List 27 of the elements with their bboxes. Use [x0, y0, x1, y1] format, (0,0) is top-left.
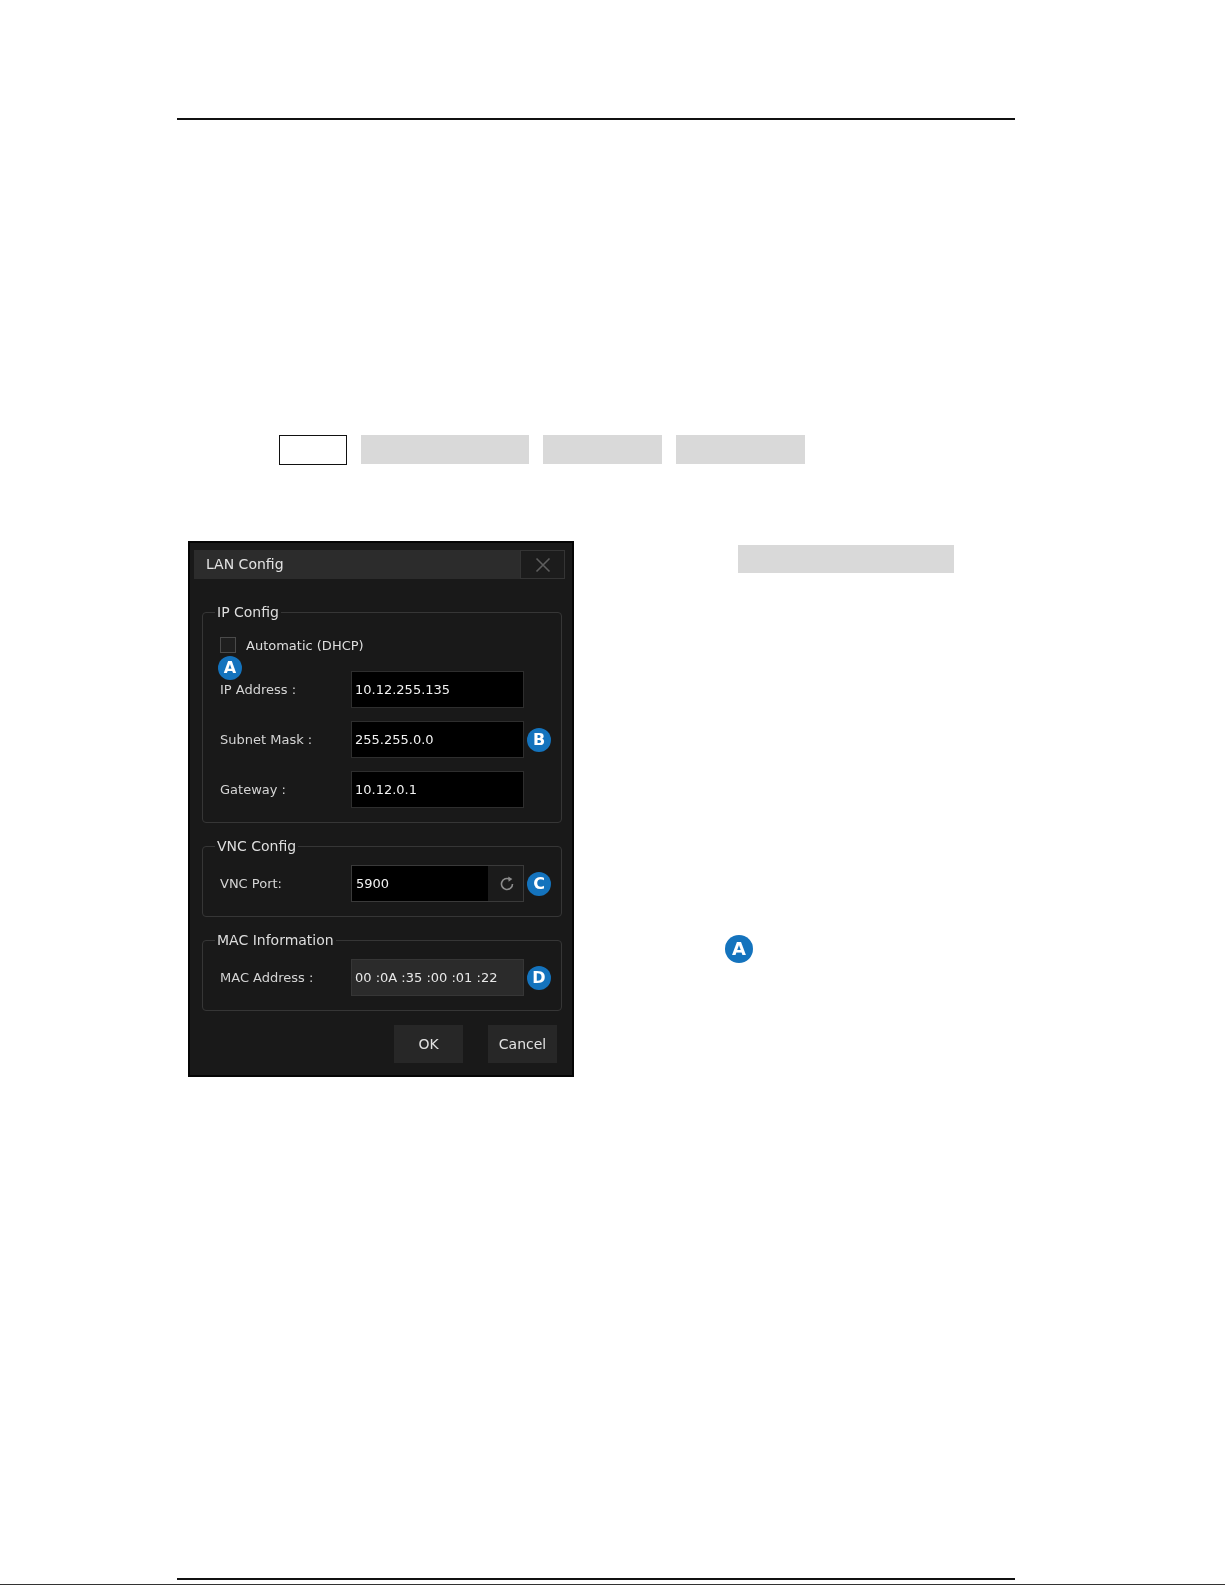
checkbox-label: Automatic (DHCP): [246, 637, 364, 653]
field-label: IP Address :: [220, 682, 298, 697]
callout-badge: A: [218, 656, 242, 680]
outlined-box: [279, 435, 347, 465]
text-field[interactable]: 255.255.0.0: [351, 721, 524, 758]
field-label: Subnet Mask :: [220, 732, 314, 747]
group-title: MAC Information: [216, 931, 335, 949]
group-title: IP Config: [216, 603, 280, 621]
dialog-button[interactable]: Cancel: [488, 1025, 557, 1063]
checkbox[interactable]: [220, 637, 236, 653]
text-field[interactable]: 10.12.0.1: [351, 771, 524, 808]
close-button[interactable]: [520, 550, 565, 579]
text-field[interactable]: 10.12.255.135: [351, 671, 524, 708]
group-title: VNC Config: [216, 837, 298, 855]
callout-badge: B: [527, 727, 551, 752]
field-label: MAC Address :: [220, 970, 315, 985]
refresh-icon[interactable]: [499, 875, 515, 892]
port-field[interactable]: 5900: [351, 865, 524, 902]
readonly-field: 00 :0A :35 :00 :01 :22: [351, 959, 524, 996]
callout-badge: C: [527, 871, 551, 896]
field-label: VNC Port:: [220, 876, 283, 891]
dialog-title: LAN Config: [205, 555, 284, 574]
callout-badge: D: [527, 965, 551, 990]
field-label: Gateway :: [220, 782, 287, 797]
close-icon: [534, 556, 551, 573]
dialog-button[interactable]: OK: [394, 1025, 463, 1063]
callout-badge: A: [725, 935, 753, 963]
